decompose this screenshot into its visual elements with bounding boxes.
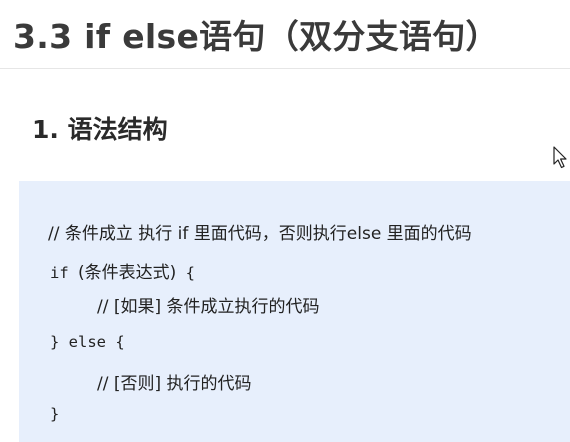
code-close-brace: } (50, 405, 60, 423)
code-if-keyword: if (50, 264, 78, 282)
code-comment-line: // 条件成立 执行 if 里面代码，否则执行else 里面的代码 (48, 224, 472, 244)
code-else-body-comment: // [否则] 执行的代码 (97, 374, 252, 394)
code-if-line: if (条件表达式) { (50, 258, 195, 283)
code-if-body-comment: // [如果] 条件成立执行的代码 (97, 297, 320, 317)
code-block: // 条件成立 执行 if 里面代码，否则执行else 里面的代码 if (条件… (19, 181, 570, 442)
mouse-cursor-icon (553, 146, 567, 169)
code-condition: (条件表达式) (78, 263, 177, 283)
code-open-brace: { (176, 264, 195, 282)
section-heading: 1. 语法结构 (32, 115, 168, 144)
title-divider (0, 68, 570, 69)
page-title: 3.3 if else语句（双分支语句） (13, 17, 499, 56)
code-else-line: } else { (50, 333, 125, 351)
